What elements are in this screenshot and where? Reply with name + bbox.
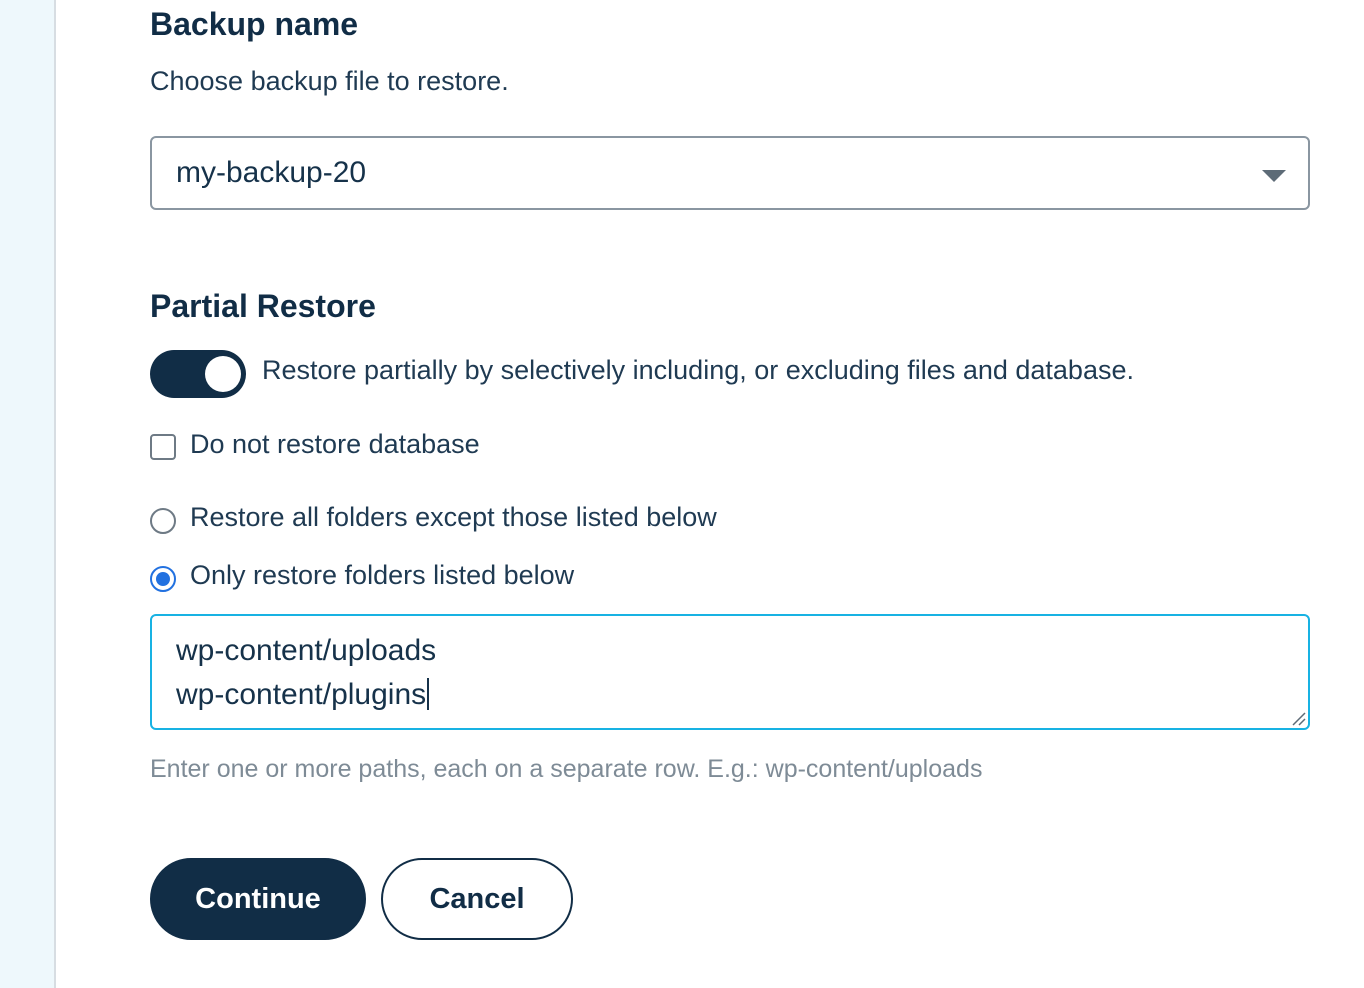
chevron-down-icon: [1262, 170, 1286, 182]
resize-handle-icon[interactable]: [1290, 710, 1306, 726]
restore-only-radio[interactable]: [150, 566, 176, 592]
folder-path-line: wp-content/plugins: [176, 678, 430, 712]
left-sidebar-rail: [0, 0, 56, 988]
partial-restore-toggle[interactable]: [150, 350, 246, 398]
folder-path-line: wp-content/uploads: [176, 634, 436, 668]
backup-name-description: Choose backup file to restore.: [150, 66, 509, 96]
partial-restore-heading: Partial Restore: [150, 288, 376, 324]
no-database-label: Do not restore database: [190, 429, 480, 459]
folder-paths-textarea[interactable]: wp-content/uploads wp-content/plugins: [150, 614, 1310, 730]
toggle-knob: [205, 356, 241, 392]
partial-restore-toggle-label: Restore partially by selectively includi…: [262, 355, 1134, 385]
backup-select[interactable]: my-backup-20: [150, 136, 1310, 210]
no-database-checkbox[interactable]: [150, 434, 176, 460]
restore-only-label: Only restore folders listed below: [190, 560, 575, 590]
restore-except-radio[interactable]: [150, 508, 176, 534]
backup-select-value: my-backup-20: [176, 156, 367, 189]
text-caret: [427, 678, 430, 710]
paths-help-text: Enter one or more paths, each on a separ…: [150, 755, 983, 783]
backup-name-heading: Backup name: [150, 6, 359, 42]
folder-path-text: wp-content/plugins: [176, 678, 427, 711]
cancel-button[interactable]: Cancel: [381, 858, 573, 940]
continue-button[interactable]: Continue: [150, 858, 366, 940]
radio-selected-dot: [156, 572, 170, 586]
restore-except-label: Restore all folders except those listed …: [190, 502, 717, 532]
folder-path-text: wp-content/uploads: [176, 634, 437, 667]
